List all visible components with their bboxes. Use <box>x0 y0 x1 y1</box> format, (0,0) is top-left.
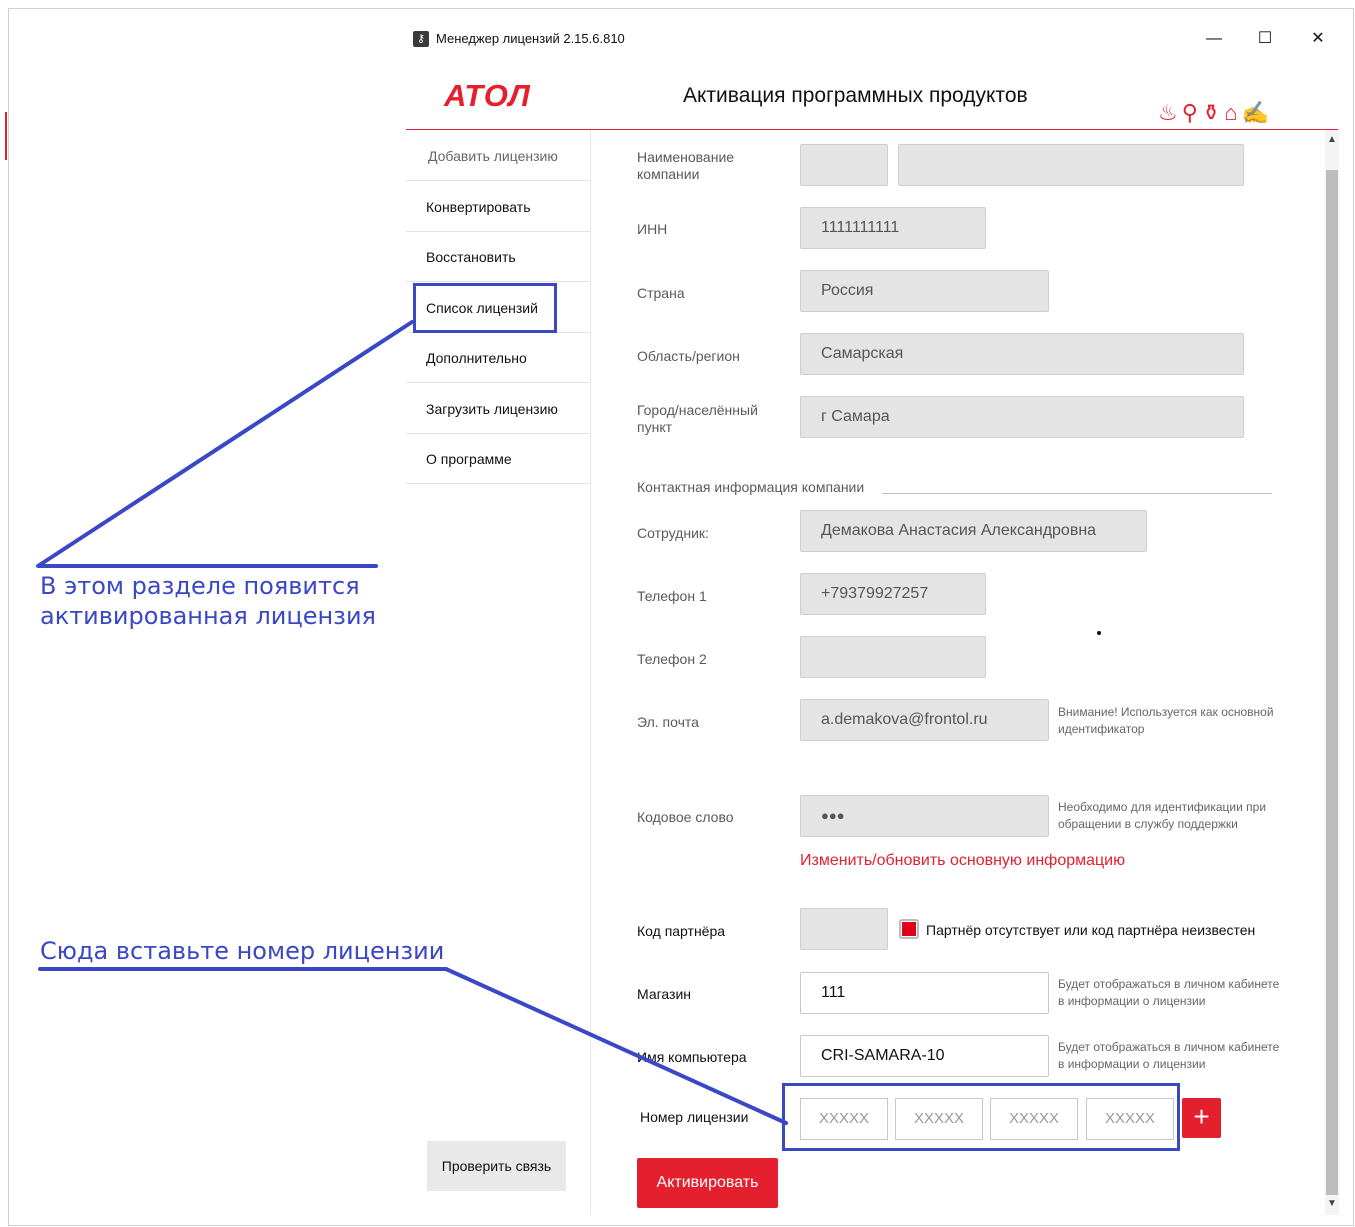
annotation-list-note: В этом разделе появится активированная л… <box>40 572 376 630</box>
highlight-license-list <box>413 283 557 333</box>
annotation-line-paste <box>38 967 788 1125</box>
annotation-paste-note: Сюда вставьте номер лицензии <box>40 937 445 965</box>
annotation-line-list <box>36 320 414 568</box>
highlight-license-number <box>782 1083 1180 1151</box>
